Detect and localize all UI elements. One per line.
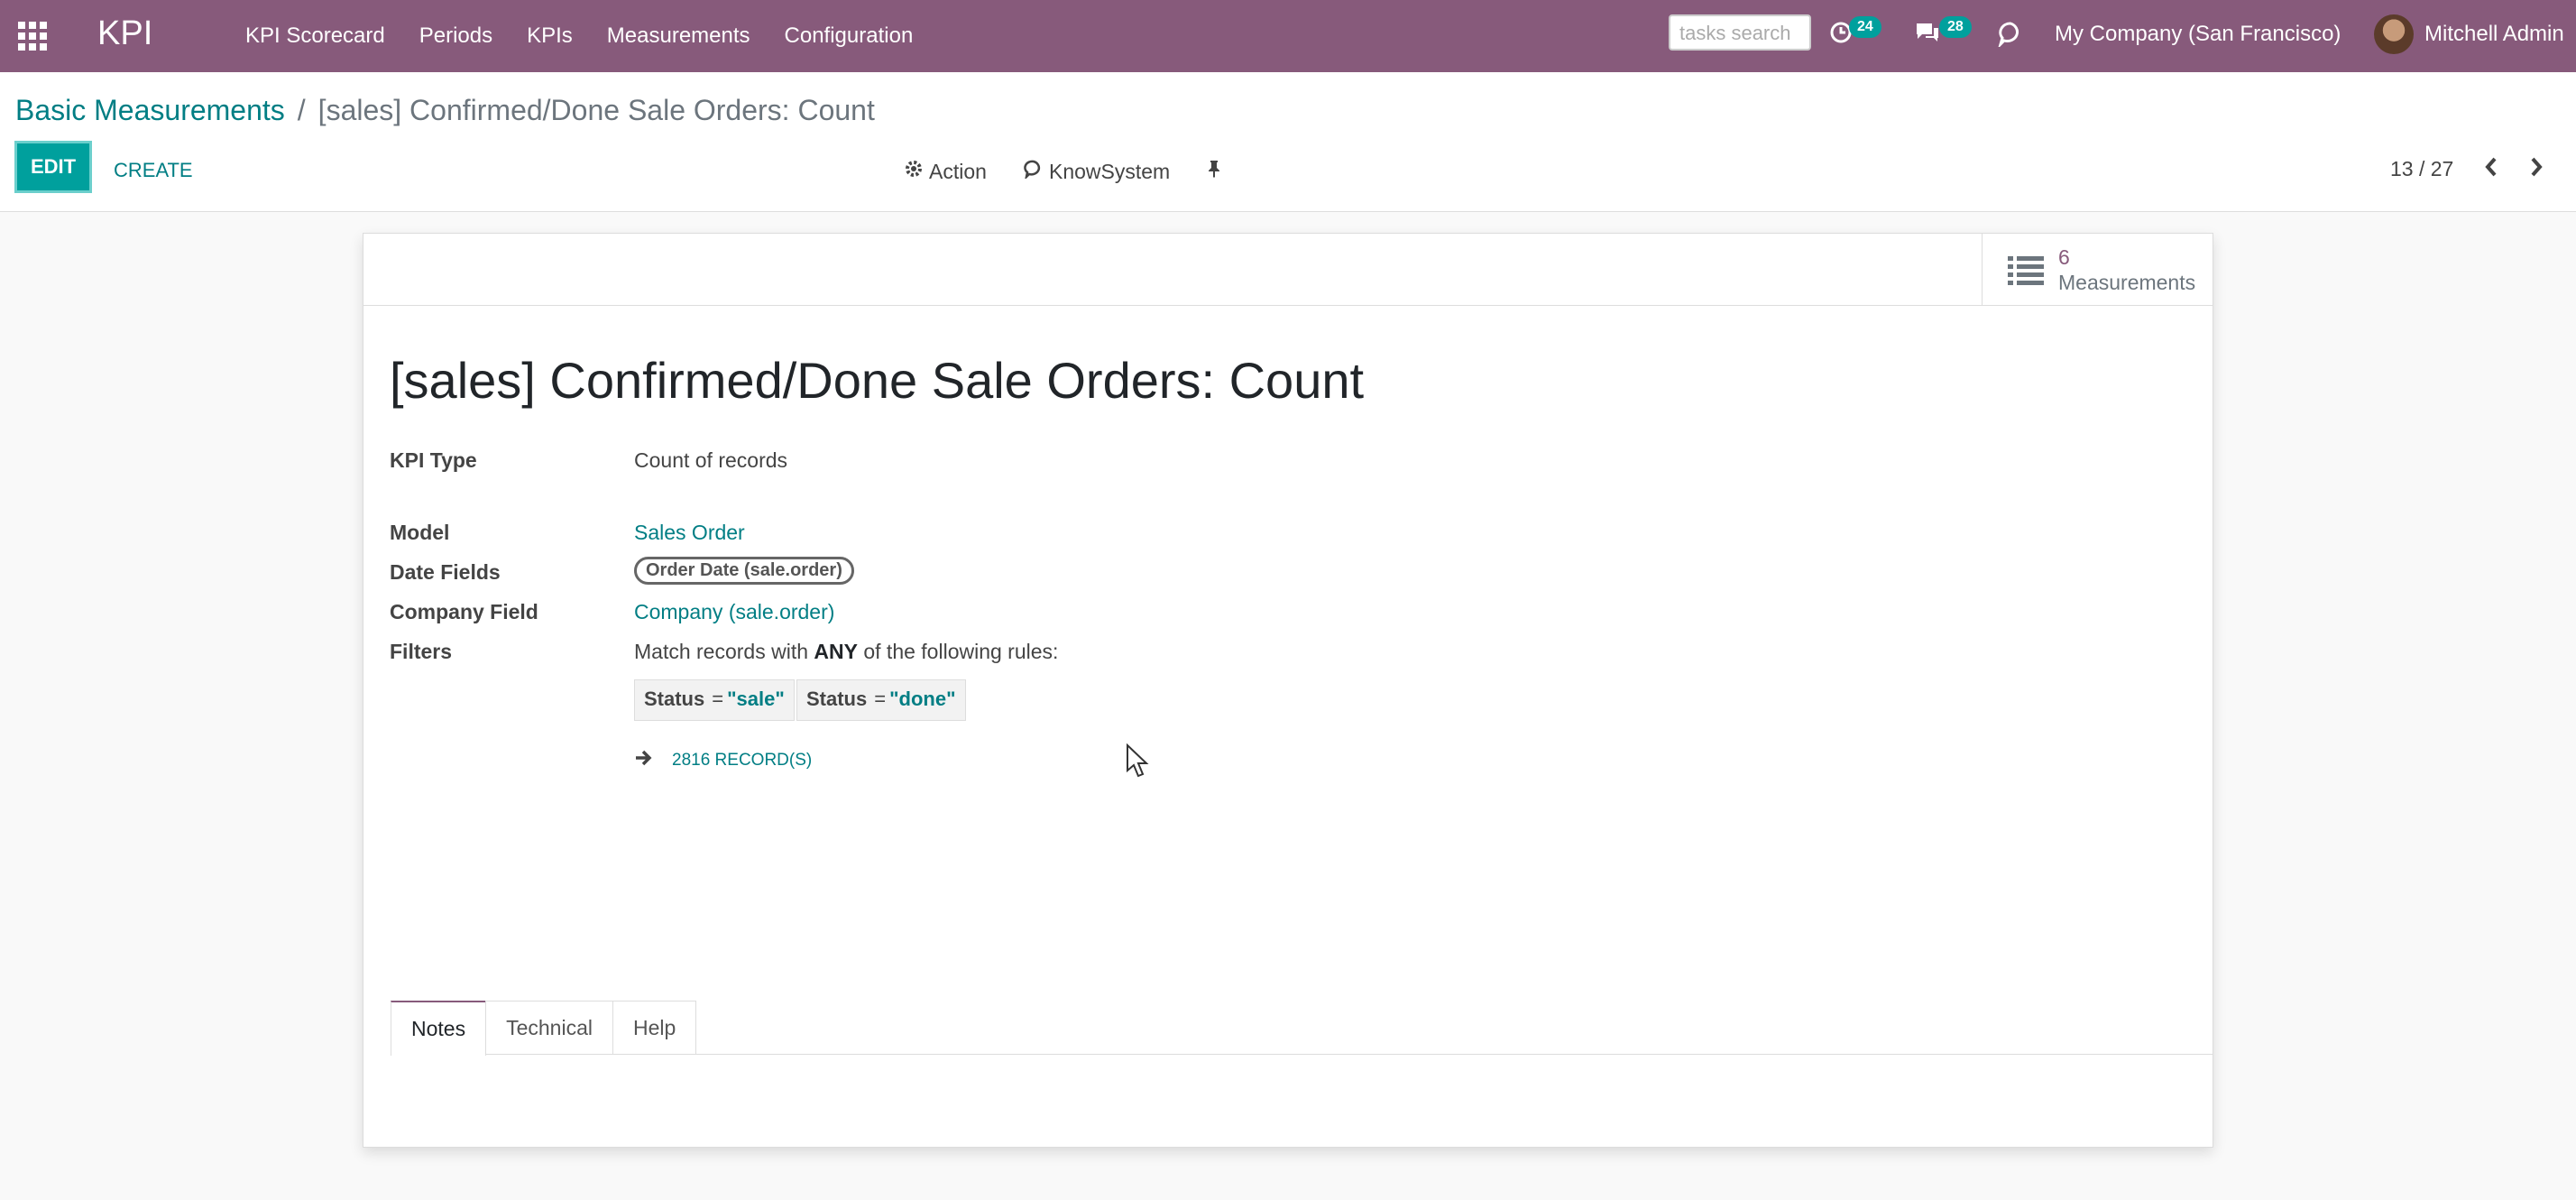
filters-intro: Match records with ANY of the following … [634, 640, 1058, 664]
company-field-label: Company Field [390, 600, 538, 623]
edit-button[interactable]: EDIT [14, 141, 92, 193]
menu-configuration[interactable]: Configuration [785, 23, 914, 49]
control-panel: Basic Measurements / [sales] Confirmed/D… [0, 72, 2576, 212]
filters-intro-any: ANY [814, 640, 858, 663]
apps-menu-icon[interactable] [16, 20, 47, 51]
record-title: [sales] Confirmed/Done Sale Orders: Coun… [390, 352, 1365, 409]
form-sheet: 6 Measurements [sales] Confirmed/Done Sa… [363, 233, 2213, 1148]
filters-intro-prefix: Match records with [634, 640, 809, 663]
action-menu-button[interactable]: Action [904, 159, 987, 184]
tasks-search-input[interactable]: tasks search [1669, 14, 1811, 51]
records-count-label: 2816 RECORD(S) [672, 751, 813, 770]
measurements-stat-button[interactable]: 6 Measurements [1982, 234, 2213, 306]
chat-bubble-icon [1024, 159, 1044, 184]
breadcrumb-current: [sales] Confirmed/Done Sale Orders: Coun… [317, 94, 875, 126]
tab-help[interactable]: Help [612, 1001, 697, 1055]
filter-rule-chip: Status = "sale" [634, 679, 795, 721]
gear-icon [904, 159, 924, 184]
knowsystem-button[interactable]: KnowSystem [1024, 159, 1170, 184]
menu-measurements[interactable]: Measurements [607, 23, 750, 49]
user-menu[interactable]: Mitchell Admin [2424, 22, 2564, 47]
action-label: Action [929, 159, 987, 183]
company-field-link[interactable]: Company (sale.order) [634, 600, 834, 624]
menu-kpis[interactable]: KPIs [527, 23, 573, 49]
tab-notes[interactable]: Notes [391, 1001, 487, 1056]
filter-rule-chip: Status = "done" [796, 679, 966, 721]
create-button[interactable]: CREATE [114, 159, 193, 182]
knowsystem-label: KnowSystem [1049, 159, 1171, 183]
breadcrumb-separator: / [297, 94, 306, 126]
filters-intro-suffix: of the following rules: [863, 640, 1059, 663]
rule-value: "done" [889, 688, 956, 710]
rule-field: Status [806, 688, 868, 710]
stat-label: Measurements [2058, 271, 2196, 294]
rule-operator: = [712, 688, 724, 710]
menu-periods[interactable]: Periods [419, 23, 492, 49]
menu-kpi-scorecard[interactable]: KPI Scorecard [245, 23, 385, 49]
date-fields-value: Order Date (sale.order) [634, 557, 854, 585]
pager-value[interactable]: 13 / 27 [2390, 157, 2453, 181]
knowsystem-bubble-icon[interactable] [1997, 20, 2024, 53]
model-label: Model [390, 521, 450, 544]
rule-operator: = [874, 688, 887, 710]
stat-value: 6 [2058, 245, 2070, 269]
button-box: 6 Measurements [363, 234, 2213, 306]
kpi-type-label: KPI Type [390, 448, 477, 472]
kpi-type-value: Count of records [634, 448, 788, 472]
rule-value: "sale" [727, 688, 785, 710]
list-icon [2008, 254, 2044, 285]
rule-field: Status [644, 688, 705, 710]
notebook-tabs: Notes Technical Help [391, 1001, 2213, 1056]
top-navbar: KPI KPI Scorecard Periods KPIs Measureme… [0, 0, 2576, 72]
date-fields-label: Date Fields [390, 560, 501, 584]
main-menu: KPI Scorecard Periods KPIs Measurements … [245, 0, 947, 72]
model-link[interactable]: Sales Order [634, 521, 745, 545]
app-brand[interactable]: KPI [97, 14, 152, 53]
breadcrumb: Basic Measurements / [sales] Confirmed/D… [15, 94, 875, 127]
activity-count-badge: 24 [1849, 16, 1881, 38]
messages-count-badge: 28 [1939, 16, 1972, 38]
matching-records-link[interactable]: 2816 RECORD(S) [634, 748, 812, 773]
pager-next-icon[interactable] [2527, 155, 2545, 185]
company-switcher[interactable]: My Company (San Francisco) [2055, 22, 2341, 47]
breadcrumb-parent-link[interactable]: Basic Measurements [15, 94, 285, 127]
pin-icon[interactable] [1205, 159, 1223, 179]
user-avatar[interactable] [2374, 14, 2414, 54]
date-field-tag[interactable]: Order Date (sale.order) [634, 557, 854, 585]
arrow-right-icon [634, 748, 654, 773]
mouse-cursor-icon [1126, 743, 1151, 780]
tab-technical[interactable]: Technical [485, 1001, 613, 1055]
pager-previous-icon[interactable] [2482, 155, 2500, 185]
filters-label: Filters [390, 640, 453, 663]
messages-chat-icon[interactable] [1914, 20, 1941, 51]
